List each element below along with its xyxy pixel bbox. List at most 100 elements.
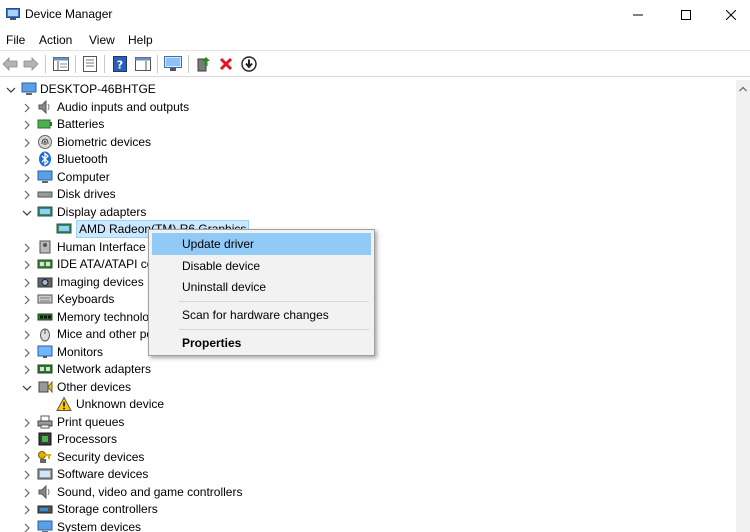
chevron-right-icon[interactable]	[22, 453, 32, 463]
tree-node-label: Keyboards	[57, 292, 115, 306]
tree-category-node[interactable]: Bluetooth	[0, 151, 736, 168]
chevron-right-icon[interactable]	[22, 365, 32, 375]
tree-category-node[interactable]: Biometric devices	[0, 134, 736, 151]
minimize-icon	[633, 14, 643, 15]
svg-text:?: ?	[117, 59, 123, 72]
menu-help[interactable]: Help	[128, 33, 153, 47]
menu-view[interactable]: View	[89, 33, 115, 47]
scan-hardware-menu-item[interactable]: Scan for hardware changes	[152, 304, 371, 326]
scroll-up-button[interactable]	[736, 80, 750, 97]
context-menu-separator	[179, 329, 369, 330]
tree-category-node[interactable]: Sound, video and game controllers	[0, 484, 736, 501]
chevron-down-icon[interactable]	[22, 383, 32, 393]
chevron-right-icon[interactable]	[22, 138, 32, 148]
tree-category-node[interactable]: Batteries	[0, 116, 736, 133]
chevron-right-icon[interactable]	[22, 330, 32, 340]
tree-node-label: Security devices	[57, 449, 145, 464]
tree-node-label: Audio inputs and outputs	[57, 99, 190, 114]
chevron-right-icon[interactable]	[22, 120, 32, 130]
tree-category-node[interactable]: Audio inputs and outputs	[0, 99, 736, 116]
vertical-scrollbar[interactable]	[736, 80, 750, 532]
scan-hardware-button[interactable]	[163, 54, 183, 74]
enable-device-button[interactable]	[239, 54, 259, 74]
down-arrow-circle-icon	[241, 56, 257, 72]
action-pane-icon	[135, 57, 151, 71]
menu-file[interactable]: File	[6, 33, 25, 47]
forward-button[interactable]	[21, 54, 41, 74]
uninstall-device-menu-item[interactable]: Uninstall device	[152, 276, 371, 298]
monitor-icon	[37, 345, 53, 358]
chevron-right-icon[interactable]	[22, 470, 32, 480]
toolbar-separator	[75, 55, 76, 73]
help-button[interactable]: ?	[110, 54, 130, 74]
computer-icon	[37, 170, 53, 183]
chevron-right-icon[interactable]	[22, 313, 32, 323]
uninstall-device-button[interactable]	[216, 54, 236, 74]
update-driver-button[interactable]	[194, 54, 214, 74]
tree-node-label: Other devices	[57, 379, 132, 394]
chevron-right-icon[interactable]	[22, 295, 32, 305]
chevron-down-icon[interactable]	[22, 208, 32, 218]
speaker-icon	[38, 484, 50, 499]
tree-node-label: Display adapters	[57, 204, 147, 219]
remove-x-icon	[219, 57, 233, 71]
chevron-right-icon[interactable]	[22, 488, 32, 498]
tree-category-node[interactable]: Print queues	[0, 414, 736, 431]
hid-icon	[39, 240, 51, 253]
chevron-right-icon[interactable]	[22, 173, 32, 183]
network-icon	[37, 364, 53, 374]
update-driver-menu-item[interactable]: Update driver	[152, 233, 371, 255]
chevron-right-icon[interactable]	[22, 418, 32, 428]
tree-category-node[interactable]: Other devices	[0, 379, 736, 396]
tree-category-node[interactable]: Storage controllers	[0, 501, 736, 518]
tree-node-label: Network adapters	[57, 362, 152, 376]
console-tree-icon	[53, 57, 69, 71]
help-icon: ?	[113, 56, 127, 72]
tree-root[interactable]: DESKTOP-46BHTGE	[0, 81, 300, 98]
chevron-up-icon	[739, 86, 747, 91]
chevron-right-icon[interactable]	[22, 523, 32, 532]
tree-category-node[interactable]: Network adapters	[0, 361, 736, 378]
speaker-icon	[38, 99, 50, 114]
display-adapter-icon	[56, 223, 72, 234]
tree-category-node[interactable]: System devices	[0, 519, 736, 532]
tree-device-node[interactable]: Unknown device	[0, 396, 736, 413]
disable-device-menu-item[interactable]: Disable device	[152, 255, 371, 277]
show-hide-console-tree-button[interactable]	[51, 54, 71, 74]
properties-menu-item[interactable]: Properties	[152, 332, 371, 354]
context-menu: Update driver Disable device Uninstall d…	[148, 229, 375, 356]
tree-category-node[interactable]: Display adapters	[0, 204, 736, 221]
tree-node-label: Disk drives	[57, 187, 116, 201]
tree-node-label: Software devices	[57, 467, 149, 481]
chevron-right-icon[interactable]	[22, 243, 32, 253]
minimize-button[interactable]	[616, 0, 660, 29]
display-adapter-icon	[37, 206, 53, 216]
tree-category-node[interactable]: Security devices	[0, 449, 736, 466]
chevron-right-icon[interactable]	[22, 103, 32, 113]
storage-icon	[37, 505, 53, 514]
tree-category-node[interactable]: Processors	[0, 431, 736, 448]
camera-icon	[37, 277, 53, 287]
chevron-right-icon[interactable]	[22, 260, 32, 270]
tree-category-node[interactable]: Computer	[0, 169, 736, 186]
tree-category-node[interactable]: Software devices	[0, 466, 736, 483]
properties-button[interactable]	[80, 54, 100, 74]
chevron-down-icon[interactable]	[6, 85, 16, 95]
chevron-right-icon[interactable]	[22, 190, 32, 200]
chevron-right-icon[interactable]	[22, 155, 32, 165]
tree-root-label: DESKTOP-46BHTGE	[40, 82, 156, 96]
action-pane-button[interactable]	[133, 54, 153, 74]
tree-category-node[interactable]: Disk drives	[0, 186, 736, 203]
tree-node-label: Print queues	[57, 414, 125, 429]
chevron-right-icon[interactable]	[22, 435, 32, 445]
menu-action[interactable]: Action	[39, 33, 72, 47]
chevron-right-icon[interactable]	[22, 278, 32, 288]
chevron-right-icon[interactable]	[22, 348, 32, 358]
close-button[interactable]	[709, 0, 750, 29]
back-button[interactable]	[0, 54, 20, 74]
tree-node-label: Batteries	[57, 117, 105, 131]
chevron-right-icon[interactable]	[22, 505, 32, 515]
forward-arrow-icon	[23, 57, 39, 71]
computer-icon	[37, 520, 53, 532]
maximize-button[interactable]	[664, 0, 708, 29]
